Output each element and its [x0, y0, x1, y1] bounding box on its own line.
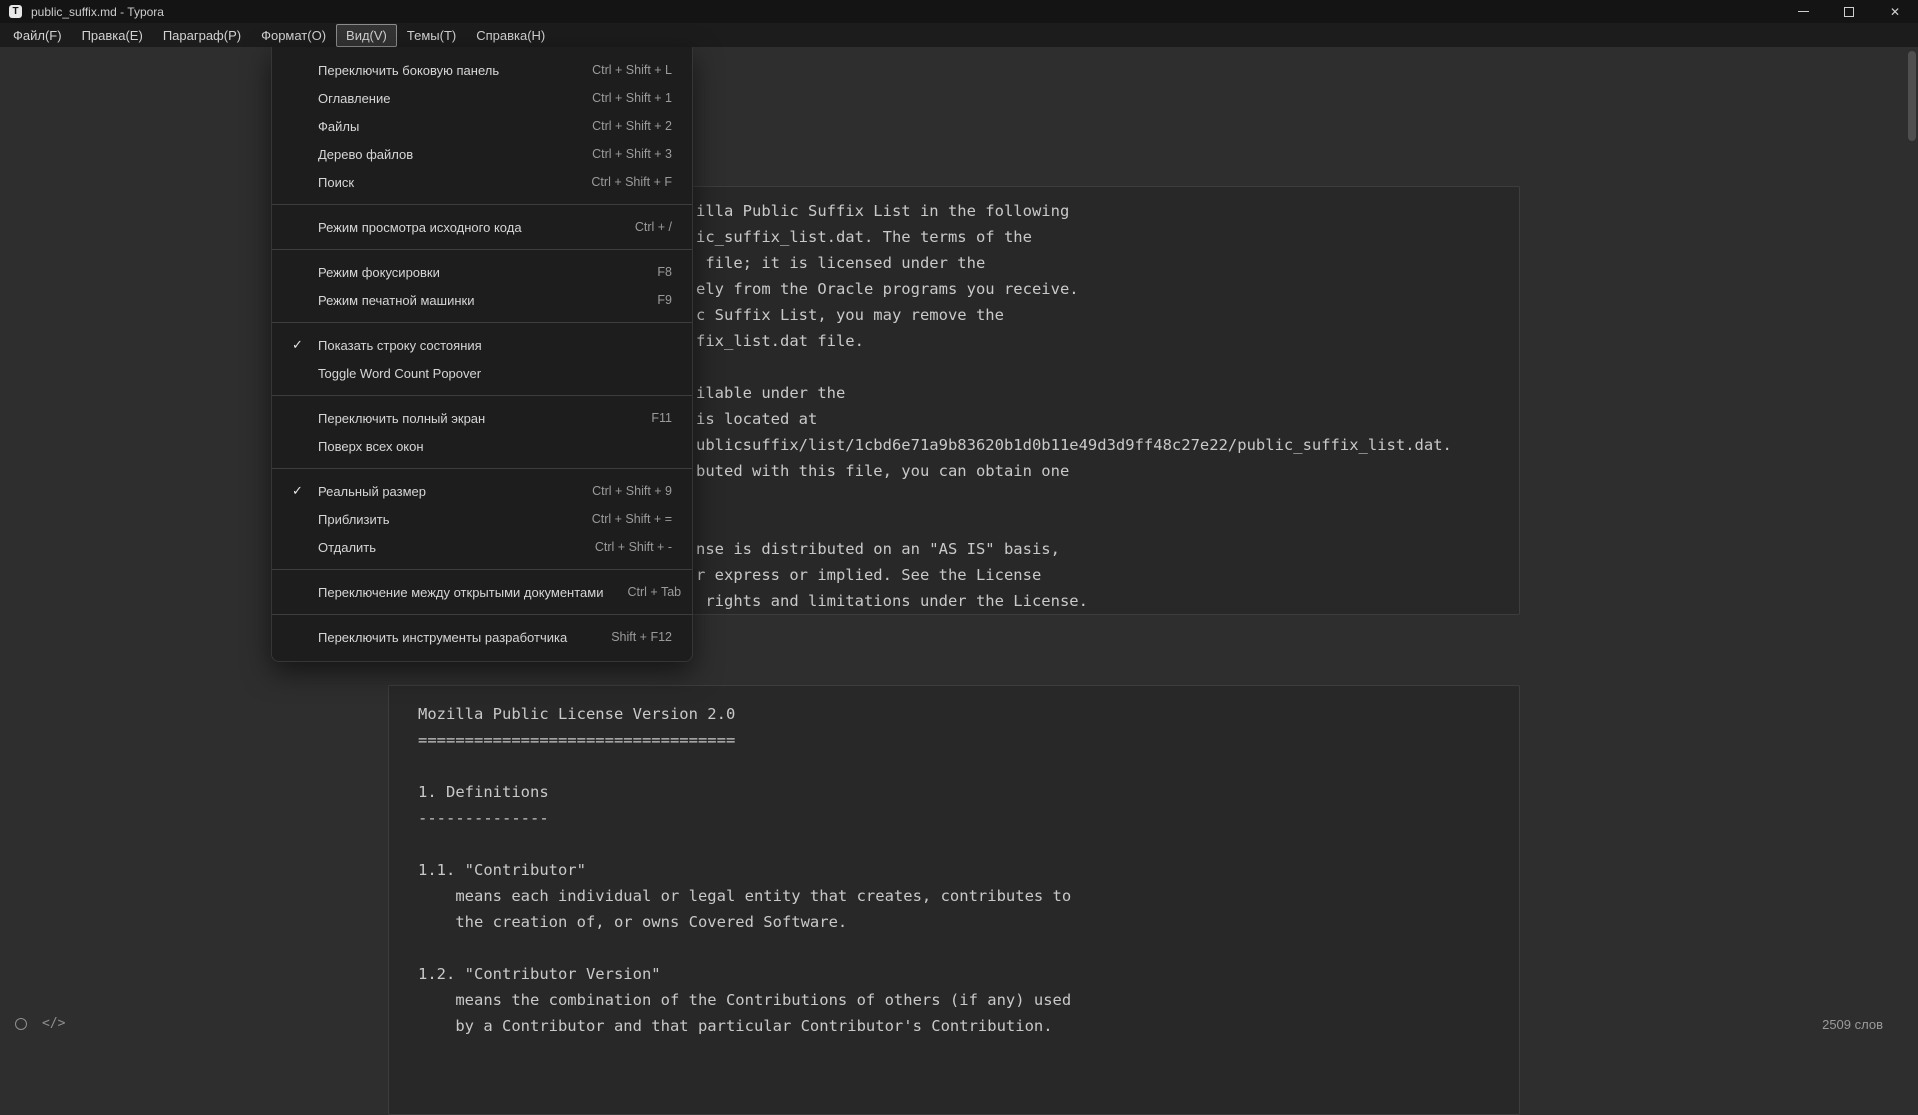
menu-item[interactable]: Toggle Word Count Popover: [272, 359, 692, 387]
menu-item-shortcut: Ctrl + Shift + 1: [568, 91, 672, 105]
menu-item-label: Реальный размер: [318, 484, 426, 499]
menu-separator: [272, 395, 692, 396]
menu-item-label: Режим печатной машинки: [318, 293, 474, 308]
menu-item[interactable]: Поиск Ctrl + Shift + F: [272, 168, 692, 196]
menu-separator: [272, 322, 692, 323]
menu-item-shortcut: F8: [633, 265, 672, 279]
menu-item-shortcut: Ctrl + Shift + L: [568, 63, 672, 77]
menubar-item[interactable]: Правка(E): [72, 24, 153, 47]
menu-item-label: Отдалить: [318, 540, 376, 555]
view-menu-dropdown: Переключить боковую панель Ctrl + Shift +…: [271, 47, 693, 662]
menu-item-shortcut: Ctrl + Shift + 3: [568, 147, 672, 161]
menu-item-label: Поверх всех окон: [318, 439, 424, 454]
menu-item-shortcut: F11: [627, 411, 672, 425]
close-button[interactable]: ✕: [1872, 0, 1918, 23]
minimize-icon: [1798, 11, 1809, 12]
maximize-button[interactable]: [1826, 0, 1872, 23]
close-icon: ✕: [1890, 6, 1900, 18]
menubar-item[interactable]: Файл(F): [3, 24, 72, 47]
code-block-2-text: Mozilla Public License Version 2.0 =====…: [418, 701, 1071, 1039]
menu-item-label: Файлы: [318, 119, 359, 134]
menu-item[interactable]: Файлы Ctrl + Shift + 2: [272, 112, 692, 140]
menu-item-label: Приблизить: [318, 512, 390, 527]
menubar-item[interactable]: Формат(O): [251, 24, 336, 47]
menu-separator: [272, 468, 692, 469]
menu-item[interactable]: ✓ Реальный размер Ctrl + Shift + 9: [272, 477, 692, 505]
menu-item-shortcut: Ctrl + Shift + F: [567, 175, 672, 189]
typora-app-icon[interactable]: T: [9, 5, 22, 18]
menu-item-label: Оглавление: [318, 91, 390, 106]
menu-item[interactable]: Поверх всех окон: [272, 432, 692, 460]
menu-item-shortcut: Shift + F12: [587, 630, 672, 644]
menubar-item[interactable]: Параграф(P): [153, 24, 251, 47]
menu-separator: [272, 569, 692, 570]
menu-item-label: Toggle Word Count Popover: [318, 366, 481, 381]
menu-item[interactable]: Приблизить Ctrl + Shift + =: [272, 505, 692, 533]
source-code-icon[interactable]: </>: [42, 1016, 65, 1031]
menubar: Файл(F)Правка(E)Параграф(P)Формат(O)Вид(…: [0, 23, 1918, 47]
menu-item-shortcut: Ctrl + Tab: [603, 585, 681, 599]
menu-item-label: Поиск: [318, 175, 354, 190]
circle-icon[interactable]: [15, 1018, 27, 1030]
menu-item-shortcut: Ctrl + Shift + 9: [568, 484, 672, 498]
minimize-button[interactable]: [1780, 0, 1826, 23]
window-controls: ✕: [1780, 0, 1918, 23]
checkmark-icon: ✓: [292, 337, 303, 353]
menu-item[interactable]: ✓ Показать строку состояния: [272, 331, 692, 359]
menu-item[interactable]: Режим печатной машинки F9: [272, 286, 692, 314]
window-title: public_suffix.md - Typora: [31, 5, 164, 19]
menu-item-label: Переключить инструменты разработчика: [318, 630, 567, 645]
code-block-1-text: illa Public Suffix List in the following…: [696, 198, 1452, 614]
menu-item[interactable]: Режим просмотра исходного кода Ctrl + /: [272, 213, 692, 241]
menu-item[interactable]: Переключить инструменты разработчика Shif…: [272, 623, 692, 651]
menubar-item[interactable]: Темы(T): [397, 24, 466, 47]
menu-item-shortcut: Ctrl + Shift + -: [571, 540, 672, 554]
menubar-item[interactable]: Вид(V): [336, 24, 397, 47]
menu-separator: [272, 614, 692, 615]
menu-item-label: Режим просмотра исходного кода: [318, 220, 522, 235]
menu-item[interactable]: Дерево файлов Ctrl + Shift + 3: [272, 140, 692, 168]
menu-item-shortcut: Ctrl + Shift + =: [568, 512, 672, 526]
menu-item-label: Показать строку состояния: [318, 338, 482, 353]
menu-item[interactable]: Отдалить Ctrl + Shift + -: [272, 533, 692, 561]
menu-item-shortcut: Ctrl + /: [611, 220, 672, 234]
maximize-icon: [1844, 7, 1854, 17]
menu-item[interactable]: Оглавление Ctrl + Shift + 1: [272, 84, 692, 112]
menu-item[interactable]: Переключить боковую панель Ctrl + Shift +…: [272, 56, 692, 84]
menu-item-shortcut: F9: [633, 293, 672, 307]
menu-item-label: Переключить полный экран: [318, 411, 485, 426]
menubar-item[interactable]: Справка(H): [466, 24, 555, 47]
checkmark-icon: ✓: [292, 483, 303, 499]
word-count[interactable]: 2509 слов: [1822, 1017, 1883, 1032]
menu-separator: [272, 249, 692, 250]
menu-item[interactable]: Переключить полный экран F11: [272, 404, 692, 432]
menu-separator: [272, 204, 692, 205]
code-block-mpl-text[interactable]: Mozilla Public License Version 2.0 =====…: [388, 685, 1520, 1115]
menu-item-label: Переключить боковую панель: [318, 63, 499, 78]
scrollbar-thumb[interactable]: [1908, 51, 1916, 141]
menu-item-label: Дерево файлов: [318, 147, 413, 162]
statusbar: </> 2509 слов: [0, 1008, 1918, 1041]
menu-item[interactable]: Режим фокусировки F8: [272, 258, 692, 286]
titlebar: T public_suffix.md - Typora ✕: [0, 0, 1918, 23]
menu-item-shortcut: Ctrl + Shift + 2: [568, 119, 672, 133]
menu-item-label: Переключение между открытыми документами: [318, 585, 603, 600]
menu-item-label: Режим фокусировки: [318, 265, 440, 280]
menu-item[interactable]: Переключение между открытыми документами…: [272, 578, 692, 606]
